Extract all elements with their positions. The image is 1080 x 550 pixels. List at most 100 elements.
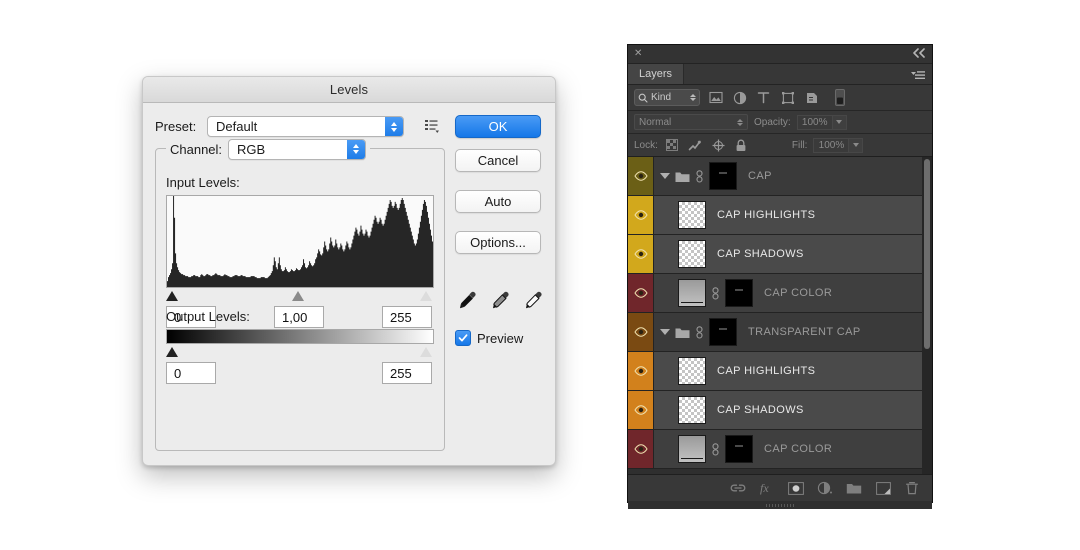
layer-row-body[interactable]: CAP SHADOWS	[654, 235, 932, 273]
layer-row[interactable]: CAP COLOR	[628, 274, 932, 313]
layer-row[interactable]: CAP COLOR	[628, 430, 932, 469]
layers-scrollbar-thumb[interactable]	[924, 159, 930, 350]
layer-row-body[interactable]: CAP HIGHLIGHTS	[654, 196, 932, 234]
lock-all-icon[interactable]	[733, 137, 750, 153]
preview-checkbox[interactable]	[455, 330, 471, 346]
layer-row-body[interactable]: CAP SHADOWS	[654, 391, 932, 429]
preset-options-icon[interactable]	[423, 117, 441, 135]
preview-row[interactable]: Preview	[455, 330, 523, 346]
fill-dropdown-arrow[interactable]	[849, 137, 864, 153]
pixel-filter-icon[interactable]	[707, 90, 724, 106]
preset-label: Preset:	[155, 119, 197, 134]
link-icon[interactable]	[695, 325, 704, 339]
layer-visibility-toggle[interactable]	[628, 157, 654, 195]
layer-thumbnail[interactable]	[678, 396, 706, 424]
layer-row-body[interactable]: CAP COLOR	[654, 274, 932, 312]
smart-object-filter-icon[interactable]	[803, 90, 820, 106]
ok-button[interactable]: OK	[455, 115, 541, 138]
layer-row[interactable]: CAP HIGHLIGHTS	[628, 196, 932, 235]
input-slider-track[interactable]	[166, 289, 434, 303]
opacity-dropdown-arrow[interactable]	[832, 114, 847, 130]
layer-name: CAP COLOR	[764, 287, 833, 299]
layer-visibility-toggle[interactable]	[628, 430, 654, 468]
layer-mask-thumbnail[interactable]	[709, 318, 737, 346]
layer-row-body[interactable]: TRANSPARENT CAP	[654, 313, 932, 351]
kind-filter-dropdown[interactable]: Kind	[634, 89, 700, 106]
new-layer-icon[interactable]	[875, 480, 891, 496]
input-white-slider[interactable]	[420, 291, 432, 301]
layer-mask-thumbnail[interactable]	[725, 435, 753, 463]
adjustment-filter-icon[interactable]	[731, 90, 748, 106]
layer-thumbnail[interactable]	[678, 201, 706, 229]
close-icon[interactable]: ✕	[634, 49, 642, 59]
layer-visibility-toggle[interactable]	[628, 196, 654, 234]
lock-position-icon[interactable]	[710, 137, 727, 153]
black-point-eyedropper[interactable]	[456, 289, 478, 313]
fill-value[interactable]: 100%	[813, 137, 850, 153]
white-point-eyedropper[interactable]	[522, 289, 544, 313]
layer-visibility-toggle[interactable]	[628, 313, 654, 351]
layer-row[interactable]: CAP SHADOWS	[628, 235, 932, 274]
panel-menu-icon[interactable]	[910, 68, 926, 86]
output-black-slider[interactable]	[166, 347, 178, 357]
filter-toggle-icon[interactable]	[831, 89, 848, 106]
histogram-plot	[167, 196, 433, 287]
layers-scrollbar[interactable]	[922, 157, 932, 474]
layer-row[interactable]: CAP	[628, 157, 932, 196]
opacity-value[interactable]: 100%	[796, 114, 833, 130]
auto-button[interactable]: Auto	[455, 190, 541, 213]
layer-row[interactable]: CAP SHADOWS	[628, 391, 932, 430]
link-icon[interactable]	[711, 286, 720, 300]
cancel-button[interactable]: Cancel	[455, 149, 541, 172]
layer-mask-thumbnail[interactable]	[709, 162, 737, 190]
layer-row-body[interactable]: CAP COLOR	[654, 430, 932, 468]
layer-row-body[interactable]: CAP HIGHLIGHTS	[654, 352, 932, 390]
layer-row[interactable]: CAP HIGHLIGHTS	[628, 352, 932, 391]
blend-mode-dropdown[interactable]: Normal	[634, 114, 748, 130]
folder-icon	[675, 326, 690, 338]
layer-visibility-toggle[interactable]	[628, 235, 654, 273]
layer-thumbnail[interactable]	[678, 240, 706, 268]
layer-thumbnail[interactable]	[678, 357, 706, 385]
options-button[interactable]: Options...	[455, 231, 541, 254]
new-adjustment-icon[interactable]	[817, 480, 833, 496]
lock-transparency-icon[interactable]	[664, 137, 681, 153]
layer-visibility-toggle[interactable]	[628, 274, 654, 312]
layer-visibility-toggle[interactable]	[628, 352, 654, 390]
collapse-panel-icon[interactable]	[912, 47, 926, 61]
add-mask-icon[interactable]	[788, 480, 804, 496]
gray-point-eyedropper[interactable]	[489, 289, 511, 313]
link-layers-icon[interactable]	[730, 480, 746, 496]
group-disclosure-triangle-icon[interactable]	[660, 329, 670, 335]
panel-resize-grip[interactable]	[628, 501, 932, 509]
output-black-field[interactable]: 0	[166, 362, 216, 384]
adjustment-thumbnail[interactable]	[678, 279, 706, 307]
layer-visibility-toggle[interactable]	[628, 391, 654, 429]
layer-row-body[interactable]: CAP	[654, 157, 932, 195]
shape-filter-icon[interactable]	[779, 90, 796, 106]
kind-stepper-icon[interactable]	[690, 94, 696, 101]
layer-mask-thumbnail[interactable]	[725, 279, 753, 307]
delete-layer-icon[interactable]	[904, 480, 920, 496]
new-group-icon[interactable]	[846, 480, 862, 496]
type-filter-icon[interactable]	[755, 90, 772, 106]
input-gamma-slider[interactable]	[292, 291, 304, 301]
channel-dropdown[interactable]: RGB	[228, 138, 367, 160]
layer-style-fx-icon[interactable]: fx	[759, 480, 775, 496]
channel-stepper-arrows[interactable]	[347, 139, 366, 159]
link-icon[interactable]	[711, 442, 720, 456]
tab-layers[interactable]: Layers	[628, 64, 685, 84]
layers-list[interactable]: CAP CAP HIGHLIGHTS CAP SHADOWS CAP COLOR TRA…	[628, 157, 932, 474]
layer-row[interactable]: TRANSPARENT CAP	[628, 313, 932, 352]
input-black-slider[interactable]	[166, 291, 178, 301]
preset-stepper-arrows[interactable]	[385, 117, 403, 136]
preset-dropdown[interactable]: Default	[207, 116, 404, 137]
link-icon[interactable]	[695, 169, 704, 183]
output-white-slider[interactable]	[420, 347, 432, 357]
output-slider-track[interactable]	[166, 345, 434, 359]
group-disclosure-triangle-icon[interactable]	[660, 173, 670, 179]
adjustment-thumbnail[interactable]	[678, 435, 706, 463]
blend-stepper-icon[interactable]	[737, 118, 743, 126]
lock-image-icon[interactable]	[687, 137, 704, 153]
output-white-field[interactable]: 255	[382, 362, 432, 384]
